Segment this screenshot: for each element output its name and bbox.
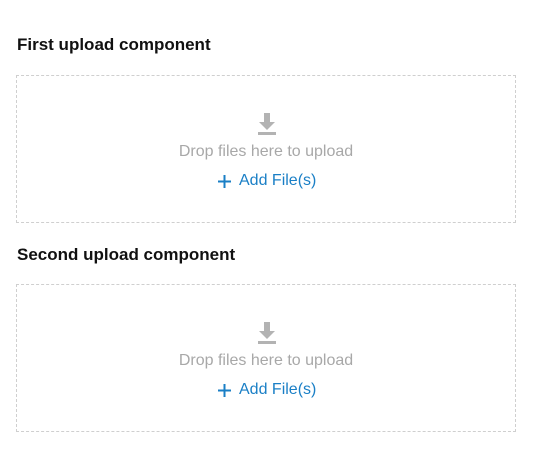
add-files-button[interactable]: Add File(s) bbox=[217, 170, 316, 192]
download-arrow-icon bbox=[258, 322, 276, 344]
plus-icon bbox=[218, 174, 231, 188]
download-arrow-icon bbox=[258, 113, 276, 135]
section-title-first: First upload component bbox=[17, 35, 211, 54]
add-files-label: Add File(s) bbox=[239, 172, 317, 189]
drop-files-text: Drop files here to upload bbox=[178, 143, 354, 160]
plus-icon bbox=[218, 383, 231, 397]
drop-files-text: Drop files here to upload bbox=[178, 352, 354, 369]
upload-dropzone-second[interactable]: Drop files here to upload Add File(s) bbox=[16, 284, 516, 432]
upload-dropzone-first[interactable]: Drop files here to upload Add File(s) bbox=[16, 75, 516, 223]
section-title-second: Second upload component bbox=[17, 245, 236, 264]
add-files-label: Add File(s) bbox=[239, 381, 317, 398]
add-files-button[interactable]: Add File(s) bbox=[217, 379, 316, 401]
